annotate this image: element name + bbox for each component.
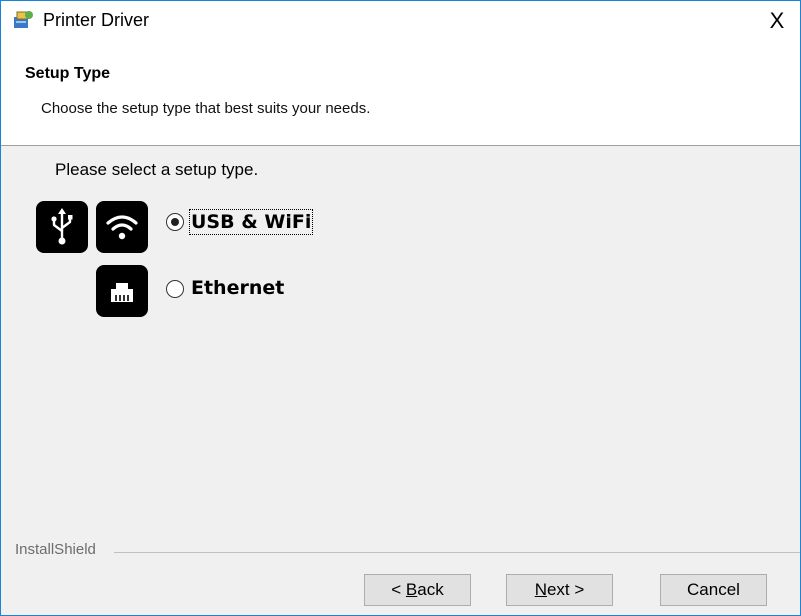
back-button[interactable]: < Back [364, 574, 471, 606]
wizard-header: Setup Type Choose the setup type that be… [1, 41, 800, 146]
usb-wifi-radio[interactable] [166, 213, 184, 231]
window-title: Printer Driver [43, 10, 150, 30]
ethernet-radio[interactable] [166, 280, 184, 298]
page-title: Setup Type [25, 65, 111, 82]
next-button[interactable]: Next > [506, 574, 613, 606]
ethernet-label[interactable]: Ethernet [191, 277, 284, 299]
setup-prompt: Please select a setup type. [55, 160, 259, 179]
installer-icon [14, 11, 33, 28]
installer-window: Printer Driver X Setup Type Choose the s… [0, 0, 801, 616]
installshield-brand: InstallShield [15, 541, 96, 558]
ethernet-icon [96, 265, 148, 317]
cancel-button[interactable]: Cancel [660, 574, 767, 606]
footer-divider [114, 552, 800, 553]
close-icon: X [769, 8, 785, 33]
usb-wifi-label[interactable]: USB & WiFi [188, 209, 314, 235]
page-subtitle: Choose the setup type that best suits yo… [41, 100, 371, 117]
title-bar: Printer Driver X [1, 1, 800, 41]
wifi-icon [96, 201, 148, 253]
usb-icon [36, 201, 88, 253]
close-button[interactable]: X [754, 1, 800, 41]
